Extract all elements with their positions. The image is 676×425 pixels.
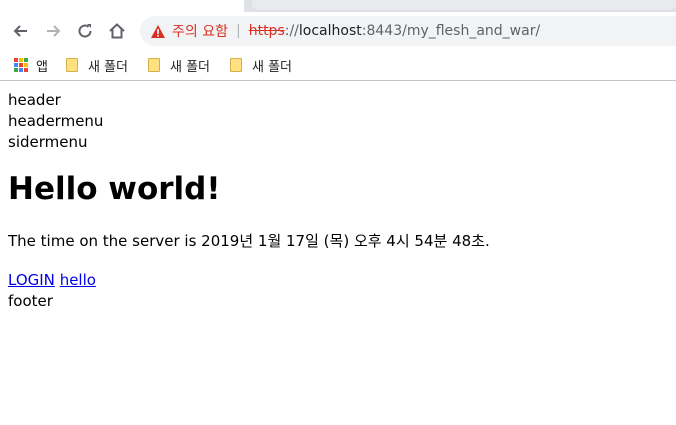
folder-icon [230,58,242,72]
bookmark-label: 새 폴더 [169,59,210,75]
url-scheme-separator: :// [284,23,299,39]
browser-toolbar: 주의 요함 | https://localhost:8443/my_flesh_… [0,12,676,50]
bookmark-folder-1[interactable]: 새 폴더 [65,56,128,75]
forward-arrow-icon [47,25,61,37]
back-button[interactable] [6,16,36,46]
home-button[interactable] [102,16,132,46]
home-icon [109,23,125,39]
active-tab[interactable] [0,0,244,12]
omnibox-divider: | [235,23,241,39]
page-content: header headermenu sidermenu Hello world!… [8,90,668,312]
footer-text: footer [8,292,53,310]
bookmark-folder-3[interactable]: 새 폴더 [230,56,292,75]
reload-button[interactable] [70,16,100,46]
header-text: header [8,91,61,109]
folder-icon [65,58,78,72]
forward-button[interactable] [38,16,68,46]
login-link[interactable]: LOGIN [8,271,55,289]
security-indicator[interactable]: 주의 요함 [150,21,228,41]
url-text[interactable]: https://localhost:8443/my_flesh_and_war/ [249,23,540,39]
bookmarks-bar: 앱 새 폴더 새 폴더 새 폴더 [0,50,676,81]
tab-strip [0,0,676,12]
reload-icon [78,24,92,38]
inactive-tab[interactable] [252,0,676,10]
warning-icon [151,24,165,38]
address-bar[interactable]: 주의 요함 | https://localhost:8443/my_flesh_… [140,16,676,46]
headermenu-text: headermenu [8,112,104,130]
bookmark-folder-2[interactable]: 새 폴더 [147,56,210,75]
url-path: :8443/my_flesh_and_war/ [361,23,541,39]
link-row: LOGIN hello [8,270,668,291]
url-scheme: https [248,23,285,39]
hello-link[interactable]: hello [60,271,96,289]
folder-icon [147,58,160,72]
server-time-text: The time on the server is 2019년 1월 17일 (… [8,232,490,250]
back-arrow-icon [13,25,27,37]
security-warning-text: 주의 요함 [172,24,228,40]
apps-grid-icon [14,58,28,72]
bookmark-label: 앱 [36,59,48,75]
sidermenu-text: sidermenu [8,133,88,151]
bookmark-label: 새 폴더 [252,59,293,75]
bookmark-label: 새 폴더 [87,59,128,75]
bookmark-apps[interactable]: 앱 [14,56,48,75]
page-title: Hello world! [8,171,221,207]
url-host: localhost [298,23,362,39]
